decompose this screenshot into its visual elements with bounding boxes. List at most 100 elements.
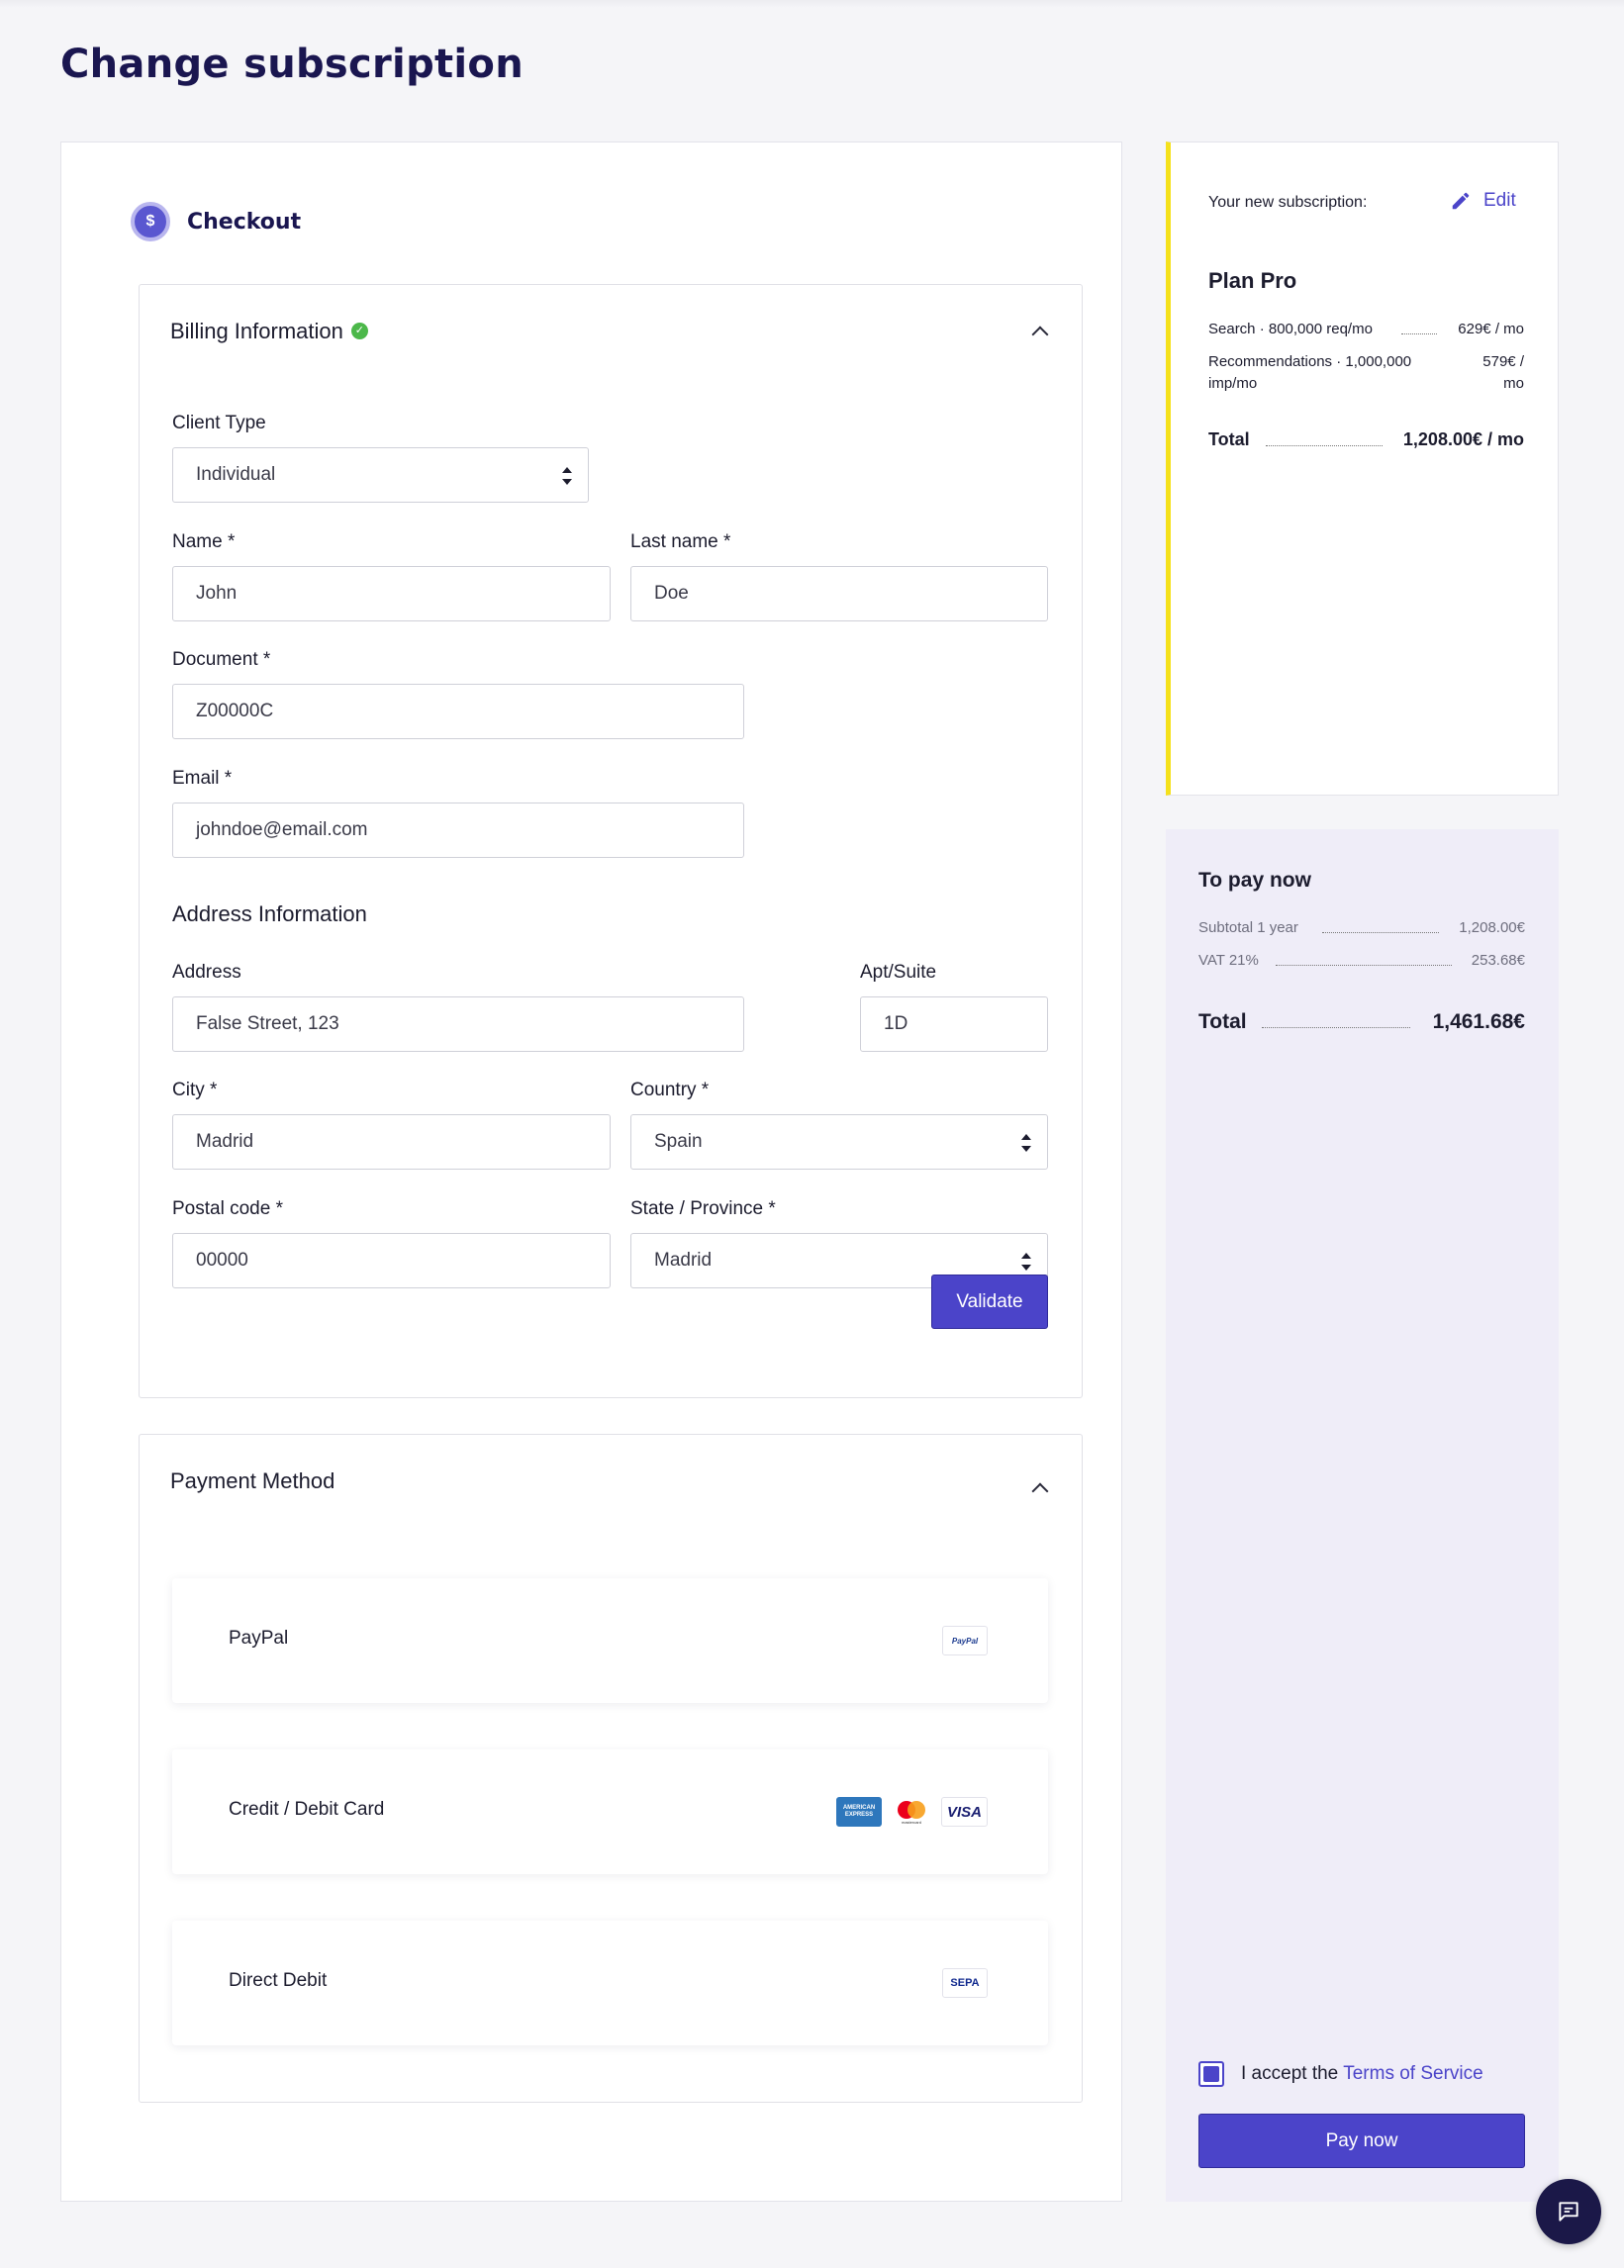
client-type-select[interactable]: Individual	[172, 447, 589, 503]
state-label: State / Province *	[630, 1198, 776, 1219]
postal-code-field[interactable]: 00000	[172, 1233, 611, 1288]
billing-section: Billing Information ✓ Client Type Individ…	[139, 284, 1083, 1398]
state-value: Madrid	[654, 1250, 713, 1271]
checkout-panel: $ Checkout Billing Information ✓ Client T…	[60, 142, 1122, 2202]
top-shade	[0, 0, 1624, 8]
country-value: Spain	[654, 1131, 703, 1152]
select-arrows-icon	[1021, 1253, 1031, 1271]
apt-field[interactable]: 1D	[860, 996, 1048, 1052]
visa-logo-icon: VISA	[941, 1797, 988, 1827]
pay-total-value: 1,461.68€	[1432, 1010, 1525, 1033]
address-information-heading: Address Information	[172, 901, 367, 926]
line-recommendations-name-2: imp/mo	[1208, 375, 1258, 392]
subscription-total-label: Total	[1208, 429, 1250, 449]
plan-name: Plan Pro	[1208, 268, 1297, 293]
payment-option-direct-debit[interactable]: Direct Debit SEPA	[172, 1921, 1048, 2045]
terms-row: I accept the Terms of Service	[1198, 2061, 1483, 2087]
client-type-value: Individual	[196, 464, 276, 485]
email-field[interactable]: johndoe@email.com	[172, 803, 744, 858]
mastercard-badge-text: mastercard	[901, 1819, 921, 1825]
payment-option-card[interactable]: Credit / Debit Card AMERICAN EXPRESS mas…	[172, 1749, 1048, 1874]
amex-logo-icon: AMERICAN EXPRESS	[836, 1797, 882, 1827]
name-value: John	[196, 583, 238, 604]
apt-label: Apt/Suite	[860, 962, 937, 983]
document-label: Document *	[172, 649, 271, 670]
country-select[interactable]: Spain	[630, 1114, 1048, 1170]
subscription-heading: Your new subscription:	[1208, 194, 1368, 211]
email-value: johndoe@email.com	[196, 819, 368, 840]
dotted-leader	[1322, 932, 1439, 933]
visa-badge-text: VISA	[946, 1803, 982, 1821]
line-recommendations-price-2: mo	[1503, 375, 1524, 392]
terms-checkbox[interactable]	[1198, 2061, 1224, 2087]
city-field[interactable]: Madrid	[172, 1114, 611, 1170]
dotted-leader	[1401, 333, 1437, 334]
page-title: Change subscription	[60, 42, 524, 87]
postal-code-label: Postal code *	[172, 1198, 283, 1219]
line-search-price: 629€ / mo	[1458, 321, 1524, 337]
terms-of-service-link[interactable]: Terms of Service	[1343, 2063, 1482, 2085]
dotted-leader	[1266, 445, 1383, 446]
document-field[interactable]: Z00000C	[172, 684, 744, 739]
sepa-badge-text: SEPA	[950, 1977, 980, 1989]
last-name-value: Doe	[654, 583, 689, 604]
apt-value: 1D	[884, 1013, 908, 1034]
line-recommendations-price-1: 579€ /	[1482, 353, 1524, 370]
last-name-label: Last name *	[630, 531, 731, 552]
city-value: Madrid	[196, 1131, 254, 1152]
direct-debit-label: Direct Debit	[229, 1970, 328, 1991]
postal-code-value: 00000	[196, 1250, 248, 1271]
terms-prefix: I accept the	[1241, 2063, 1339, 2084]
vat-label: VAT 21%	[1198, 952, 1259, 969]
last-name-field[interactable]: Doe	[630, 566, 1048, 621]
paypal-badge-text: PayPal	[951, 1636, 979, 1646]
subtotal-value: 1,208.00€	[1459, 919, 1525, 936]
document-value: Z00000C	[196, 701, 274, 721]
email-label: Email *	[172, 768, 233, 789]
client-type-label: Client Type	[172, 413, 266, 433]
payment-title[interactable]: Payment Method	[170, 1468, 334, 1494]
pay-now-title: To pay now	[1198, 869, 1311, 892]
edit-link[interactable]: Edit	[1450, 190, 1516, 212]
select-arrows-icon	[562, 467, 572, 485]
paypal-logo-icon: PayPal	[942, 1626, 988, 1655]
mastercard-logo-icon: mastercard	[889, 1797, 934, 1827]
dotted-leader	[1262, 1027, 1410, 1028]
billing-title-label: Billing Information	[170, 319, 343, 343]
check-circle-icon: ✓	[350, 323, 368, 340]
checkout-header: $ Checkout	[131, 202, 301, 241]
validate-button[interactable]: Validate	[931, 1275, 1048, 1329]
edit-label: Edit	[1483, 190, 1516, 211]
address-field[interactable]: False Street, 123	[172, 996, 744, 1052]
address-label: Address	[172, 962, 241, 983]
payment-option-paypal[interactable]: PayPal PayPal	[172, 1578, 1048, 1703]
pay-total-label: Total	[1198, 1010, 1247, 1033]
name-label: Name *	[172, 531, 236, 552]
subscription-card: Your new subscription: Edit Plan Pro Sea…	[1166, 142, 1559, 796]
subscription-total-value: 1,208.00€ / mo	[1402, 429, 1524, 449]
name-field[interactable]: John	[172, 566, 611, 621]
line-recommendations-name-1: Recommendations · 1,000,000	[1208, 353, 1412, 370]
address-value: False Street, 123	[196, 1013, 339, 1034]
dollar-icon: $	[131, 202, 170, 241]
paypal-label: PayPal	[229, 1628, 289, 1649]
pay-now-button[interactable]: Pay now	[1198, 2114, 1525, 2168]
pay-now-panel: To pay now Subtotal 1 year 1,208.00€ VAT…	[1166, 829, 1559, 2202]
line-search-name: Search · 800,000 req/mo	[1208, 321, 1373, 337]
checkout-title: Checkout	[187, 209, 302, 235]
select-arrows-icon	[1021, 1134, 1031, 1152]
dotted-leader	[1276, 965, 1452, 966]
pencil-icon	[1452, 192, 1470, 210]
chevron-up-icon[interactable]	[1031, 326, 1049, 343]
amex-badge-text: AMERICAN EXPRESS	[842, 1805, 876, 1818]
subtotal-label: Subtotal 1 year	[1198, 919, 1298, 936]
mastercard-circles-icon	[898, 1800, 925, 1819]
country-label: Country *	[630, 1080, 710, 1100]
billing-title[interactable]: Billing Information ✓	[170, 319, 368, 344]
vat-value: 253.68€	[1471, 952, 1525, 969]
chat-button[interactable]	[1536, 2179, 1601, 2244]
city-label: City *	[172, 1080, 218, 1100]
chevron-up-icon[interactable]	[1031, 1482, 1049, 1500]
card-label: Credit / Debit Card	[229, 1799, 385, 1820]
chat-bubble-icon	[1559, 2202, 1578, 2221]
